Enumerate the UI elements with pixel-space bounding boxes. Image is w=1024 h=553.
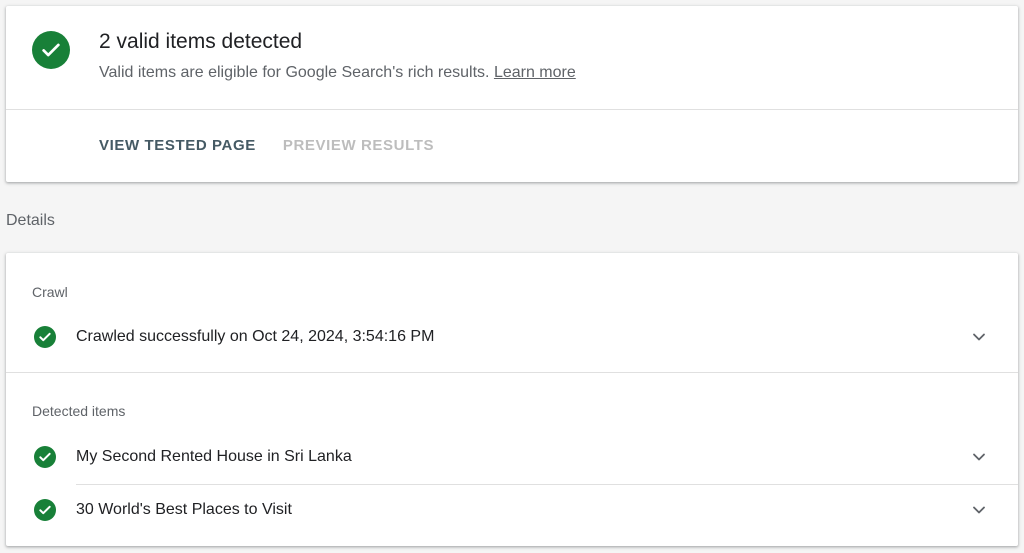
summary-actions: VIEW TESTED PAGE PREVIEW RESULTS [99, 137, 434, 154]
details-card: Crawl Crawled successfully on Oct 24, 20… [6, 253, 1018, 546]
check-circle-icon [34, 499, 56, 521]
chevron-down-icon[interactable] [972, 450, 986, 464]
detected-item-row[interactable]: My Second Rented House in Sri Lanka [6, 431, 1018, 483]
view-tested-page-button[interactable]: VIEW TESTED PAGE [99, 137, 256, 154]
details-heading: Details [6, 212, 55, 229]
detected-items-label: Detected items [32, 403, 126, 419]
detected-item-label: My Second Rented House in Sri Lanka [76, 448, 352, 465]
detected-item-row[interactable]: 30 World's Best Places to Visit [6, 484, 1018, 536]
preview-results-button: PREVIEW RESULTS [282, 137, 435, 154]
learn-more-link[interactable]: Learn more [494, 64, 576, 81]
check-circle-icon [34, 326, 56, 348]
crawl-status-text: Crawled successfully on Oct 24, 2024, 3:… [76, 328, 435, 345]
detected-item-label: 30 World's Best Places to Visit [76, 501, 292, 518]
summary-title: 2 valid items detected [99, 30, 303, 53]
summary-card: 2 valid items detected Valid items are e… [6, 6, 1018, 182]
summary-subtitle: Valid items are eligible for Google Sear… [99, 64, 576, 82]
crawl-section-label: Crawl [32, 284, 68, 300]
crawl-status-row[interactable]: Crawled successfully on Oct 24, 2024, 3:… [6, 311, 1018, 363]
summary-subtitle-text: Valid items are eligible for Google Sear… [99, 64, 490, 81]
chevron-down-icon[interactable] [972, 503, 986, 517]
summary-divider [6, 109, 1018, 110]
check-circle-icon [34, 446, 56, 468]
check-circle-icon [32, 31, 70, 69]
chevron-down-icon[interactable] [972, 330, 986, 344]
section-divider [6, 372, 1018, 373]
